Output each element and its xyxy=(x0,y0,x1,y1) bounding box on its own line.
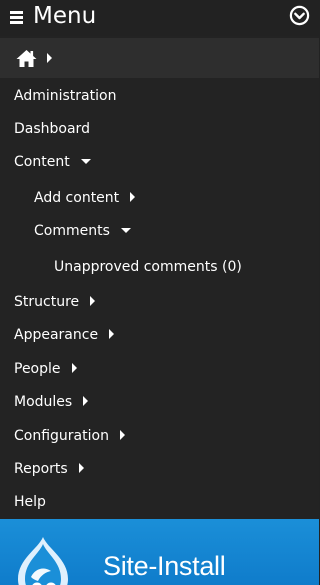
menu-item-label: Add content xyxy=(34,190,120,206)
caret-right-icon[interactable] xyxy=(83,396,89,406)
admin-menu-panel: Menu Administration Dashboard Content Ad… xyxy=(0,0,319,519)
menu-item-dashboard[interactable]: Dashboard xyxy=(14,120,90,138)
home-icon[interactable] xyxy=(16,49,37,68)
menu-header: Menu xyxy=(0,0,319,36)
menu-item-content[interactable]: Content xyxy=(14,153,91,171)
menu-item-label: Administration xyxy=(14,88,117,104)
site-name[interactable]: Site-Install xyxy=(103,550,226,582)
caret-right-icon[interactable] xyxy=(78,463,84,473)
caret-right-icon[interactable] xyxy=(71,363,77,373)
site-banner: Site-Install xyxy=(0,519,319,585)
menu-item-label: Reports xyxy=(14,461,68,477)
caret-right-icon[interactable] xyxy=(130,192,136,202)
menu-item-configuration[interactable]: Configuration xyxy=(14,427,125,445)
menu-item-help[interactable]: Help xyxy=(14,493,46,511)
chevron-down-circle-icon[interactable] xyxy=(289,5,310,26)
menu-item-label: Modules xyxy=(14,394,73,410)
menu-item-label: Help xyxy=(14,494,46,510)
menu-item-modules[interactable]: Modules xyxy=(14,393,89,411)
caret-right-icon[interactable] xyxy=(119,430,125,440)
menu-item-label: Structure xyxy=(14,294,80,310)
menu-item-label: Configuration xyxy=(14,428,109,444)
menu-item-label: Comments xyxy=(34,223,110,239)
drupal-drop-icon[interactable] xyxy=(10,535,76,585)
menu-item-structure[interactable]: Structure xyxy=(14,293,96,311)
breadcrumb xyxy=(0,38,319,78)
menu-item-add-content[interactable]: Add content xyxy=(34,189,136,207)
menu-item-label: Content xyxy=(14,154,70,170)
menu-item-people[interactable]: People xyxy=(14,360,77,378)
caret-down-icon[interactable] xyxy=(120,228,131,233)
caret-right-icon[interactable] xyxy=(47,53,52,63)
menu-item-label: Appearance xyxy=(14,327,99,343)
caret-right-icon[interactable] xyxy=(109,329,115,339)
menu-title[interactable]: Menu xyxy=(33,1,96,31)
menu-item-comments[interactable]: Comments xyxy=(34,222,131,240)
menu-item-administration[interactable]: Administration xyxy=(14,87,116,105)
hamburger-icon[interactable] xyxy=(10,11,23,24)
caret-right-icon[interactable] xyxy=(90,296,96,306)
menu-item-appearance[interactable]: Appearance xyxy=(14,326,115,344)
caret-down-icon[interactable] xyxy=(80,159,91,164)
menu-item-label: Unapproved comments (0) xyxy=(54,259,242,275)
menu-item-label: Dashboard xyxy=(14,121,90,137)
menu-item-unapproved-comments[interactable]: Unapproved comments (0) xyxy=(54,258,242,276)
menu-item-reports[interactable]: Reports xyxy=(14,460,84,478)
menu-item-label: People xyxy=(14,361,61,377)
